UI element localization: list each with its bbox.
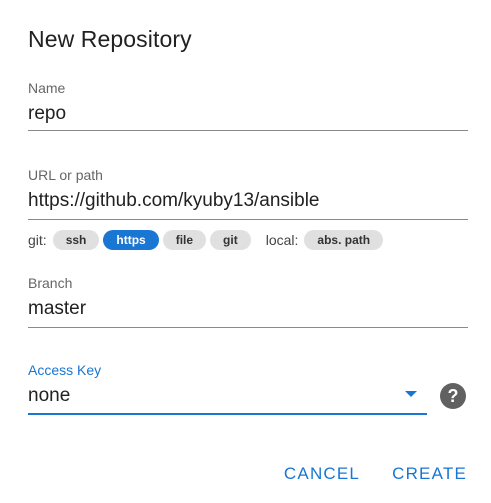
url-field-label: URL or path [28,167,103,183]
name-field-underline [28,130,468,131]
access-key-underline [28,413,427,415]
branch-field-input[interactable]: master [28,297,468,321]
access-key-select[interactable]: Access Key none [28,362,427,415]
dropdown-arrow-icon[interactable] [405,391,417,397]
chip-git[interactable]: git [210,230,251,250]
cancel-button[interactable]: CANCEL [276,458,368,490]
create-button[interactable]: CREATE [384,458,475,490]
branch-field[interactable]: Branch master [28,275,468,328]
chip-https[interactable]: https [103,230,159,250]
name-field-input[interactable]: repo [28,102,468,126]
chip-abs-path[interactable]: abs. path [304,230,384,250]
url-field-input[interactable]: https://github.com/kyuby13/ansible [28,189,468,213]
new-repository-dialog: New Repository Name repo URL or path htt… [0,0,491,503]
chip-file[interactable]: file [162,230,207,250]
url-field-underline [28,219,468,220]
url-field[interactable]: URL or path https://github.com/kyuby13/a… [28,167,468,220]
access-key-value[interactable]: none [28,384,427,408]
dialog-title: New Repository [28,26,192,52]
name-field[interactable]: Name repo [28,80,468,131]
branch-field-underline [28,327,468,328]
local-protocol-label: local: [265,232,299,248]
name-field-label: Name [28,80,66,96]
protocol-chips-row: git: ssh https file git local: abs. path [28,230,387,250]
git-protocol-label: git: [28,232,47,248]
branch-field-label: Branch [28,275,73,291]
chip-ssh[interactable]: ssh [52,230,100,250]
dialog-actions: CANCEL CREATE [260,458,475,490]
access-key-label: Access Key [28,362,102,378]
help-icon[interactable]: ? [440,383,466,409]
